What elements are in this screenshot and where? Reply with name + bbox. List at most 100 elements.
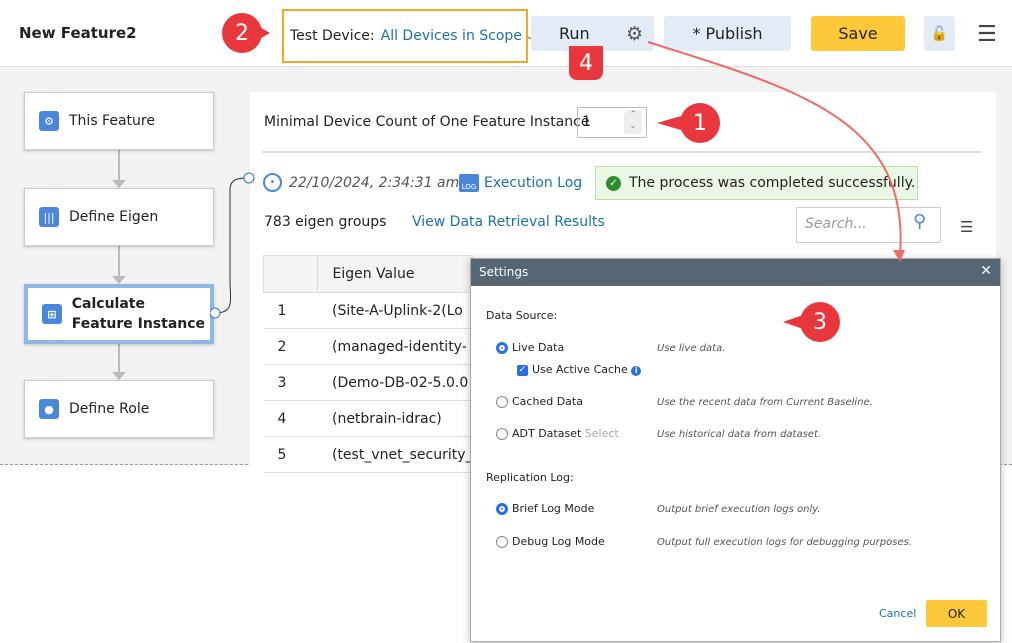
view-data-retrieval-link[interactable]: View Data Retrieval Results	[412, 214, 605, 230]
feature-gear-icon: ⚙	[39, 111, 59, 131]
table-menu-icon[interactable]: ☰	[960, 218, 973, 236]
ok-button[interactable]: OK	[926, 600, 987, 627]
flow-node-define-role[interactable]: ● Define Role	[24, 380, 214, 438]
radio-selected-icon[interactable]	[496, 342, 508, 354]
annotation-badge-4: 4	[569, 46, 603, 80]
flow-arrow	[112, 276, 126, 284]
check-circle-icon: ✓	[606, 175, 621, 191]
eigen-table: Eigen Value 1 (Site-A-Uplink-2(Lo 2 (manag…	[262, 255, 473, 473]
node-label: Calculate Feature Instance	[71, 296, 206, 332]
flow-node-this-feature[interactable]: ⚙ This Feature	[24, 92, 214, 150]
table-row[interactable]: 3 (Demo-DB-02-5.0.0	[263, 364, 473, 401]
table-row[interactable]: 4 (netbrain-idrac)	[263, 400, 473, 437]
success-text: The process was completed successfully.	[629, 175, 916, 191]
close-icon[interactable]: ✕	[980, 263, 992, 279]
eigen-value: (test_vnet_security_	[317, 436, 473, 473]
flow-connector	[118, 150, 120, 180]
settings-dialog: Settings ✕ Data Source: Live Data Use li…	[470, 258, 1001, 642]
radio-live-data[interactable]: Live Data	[496, 341, 564, 354]
cached-data-desc: Use the recent data from Current Baselin…	[657, 397, 873, 408]
radio-adt-dataset[interactable]: ADT Dataset Select	[496, 427, 619, 440]
dialog-header: Settings	[471, 259, 1000, 286]
radio-icon[interactable]	[496, 428, 508, 440]
adt-select-link[interactable]: Select	[585, 427, 619, 440]
annotation-pointer	[657, 116, 681, 130]
row-index: 2	[263, 328, 318, 365]
radio-icon[interactable]	[496, 396, 508, 408]
publish-button[interactable]: * Publish	[664, 16, 791, 51]
checkbox-checked-icon[interactable]: ✓	[517, 364, 528, 376]
radio-label: Cached Data	[512, 395, 583, 408]
radio-label: Live Data	[512, 341, 565, 354]
eigen-group-count: 783 eigen groups	[264, 214, 387, 230]
node-label: Define Eigen	[69, 209, 159, 225]
annotation-badge-2: 2	[222, 13, 262, 53]
instance-icon: ⊞	[42, 304, 62, 324]
save-button[interactable]: Save	[811, 16, 905, 51]
row-index: 1	[263, 292, 318, 329]
success-banner: ✓ The process was completed successfully.	[595, 166, 918, 200]
radio-icon[interactable]	[496, 536, 508, 548]
row-index: 4	[263, 400, 318, 437]
annotation-pointer	[783, 315, 803, 329]
flow-arrow	[112, 180, 126, 188]
annotation-pointer	[258, 26, 270, 40]
flow-node-define-eigen[interactable]: ||| Define Eigen	[24, 188, 214, 246]
radio-debug-log[interactable]: Debug Log Mode	[496, 535, 605, 548]
annotation-badge-1: 1	[680, 103, 720, 143]
data-source-label: Data Source:	[486, 309, 558, 322]
test-device-value[interactable]: All Devices in Scope	[381, 28, 522, 44]
min-device-label: Minimal Device Count of One Feature Inst…	[264, 114, 590, 130]
flow-connector	[118, 342, 120, 372]
debug-log-desc: Output full execution logs for debugging…	[657, 537, 912, 548]
divider	[262, 151, 982, 153]
flow-node-calculate-feature-instance[interactable]: ⊞ Calculate Feature Instance	[24, 284, 214, 344]
use-active-cache-checkbox[interactable]: ✓ Use Active Cache i	[517, 363, 642, 376]
radio-cached-data[interactable]: Cached Data	[496, 395, 583, 408]
replication-log-label: Replication Log:	[486, 471, 574, 484]
live-data-desc: Use live data.	[657, 343, 726, 354]
adt-desc: Use historical data from dataset.	[657, 429, 822, 440]
node-label: Define Role	[69, 401, 150, 417]
eigen-icon: |||	[39, 207, 59, 227]
stepper-icon[interactable]: ⌃ ⌄	[624, 110, 642, 134]
checkbox-label: Use Active Cache	[532, 363, 628, 376]
eigen-value: (Demo-DB-02-5.0.0	[317, 364, 473, 401]
table-row[interactable]: 5 (test_vnet_security_	[263, 436, 473, 473]
row-index: 5	[263, 436, 318, 473]
execution-log-link[interactable]: Execution Log	[484, 175, 582, 191]
eigen-value-header[interactable]: Eigen Value	[317, 255, 473, 293]
radio-brief-log[interactable]: Brief Log Mode	[496, 502, 594, 515]
eigen-value: (Site-A-Uplink-2(Lo	[317, 292, 473, 329]
radio-label: Brief Log Mode	[512, 502, 595, 515]
flow-arrow	[112, 372, 126, 380]
test-device-selector[interactable]: Test Device:All Devices in Scope⌄	[282, 9, 534, 63]
table-row[interactable]: 1 (Site-A-Uplink-2(Lo	[263, 292, 473, 329]
radio-label: Debug Log Mode	[512, 535, 605, 548]
eigen-value: (managed-identity-	[317, 328, 473, 365]
eigen-value: (netbrain-idrac)	[317, 400, 473, 437]
brief-log-desc: Output brief execution logs only.	[657, 504, 821, 515]
flow-connector	[118, 246, 120, 276]
log-file-icon: LOG	[459, 174, 479, 192]
unlock-icon[interactable]: 🔓	[924, 16, 955, 51]
table-row[interactable]: 2 (managed-identity-	[263, 328, 473, 365]
radio-label: ADT Dataset	[512, 427, 582, 440]
timestamp: 22/10/2024, 2:34:31 am	[289, 175, 460, 191]
row-index: 3	[263, 364, 318, 401]
gear-icon[interactable]: ⚙	[626, 23, 643, 45]
node-link-line	[210, 172, 255, 319]
node-label: This Feature	[69, 113, 155, 129]
dialog-title: Settings	[479, 265, 529, 279]
test-device-label: Test Device:	[290, 28, 375, 44]
annotation-badge-3: 3	[800, 302, 840, 342]
radio-selected-icon[interactable]	[496, 503, 508, 515]
hamburger-menu-icon[interactable]: ☰	[977, 22, 997, 47]
clock-icon: •	[263, 173, 282, 192]
feature-title: New Feature2	[19, 24, 137, 42]
search-icon[interactable]: ⚲	[913, 211, 926, 232]
index-header	[262, 255, 319, 293]
role-icon: ●	[39, 399, 59, 419]
cancel-button[interactable]: Cancel	[879, 607, 916, 620]
info-icon[interactable]: i	[631, 366, 642, 376]
